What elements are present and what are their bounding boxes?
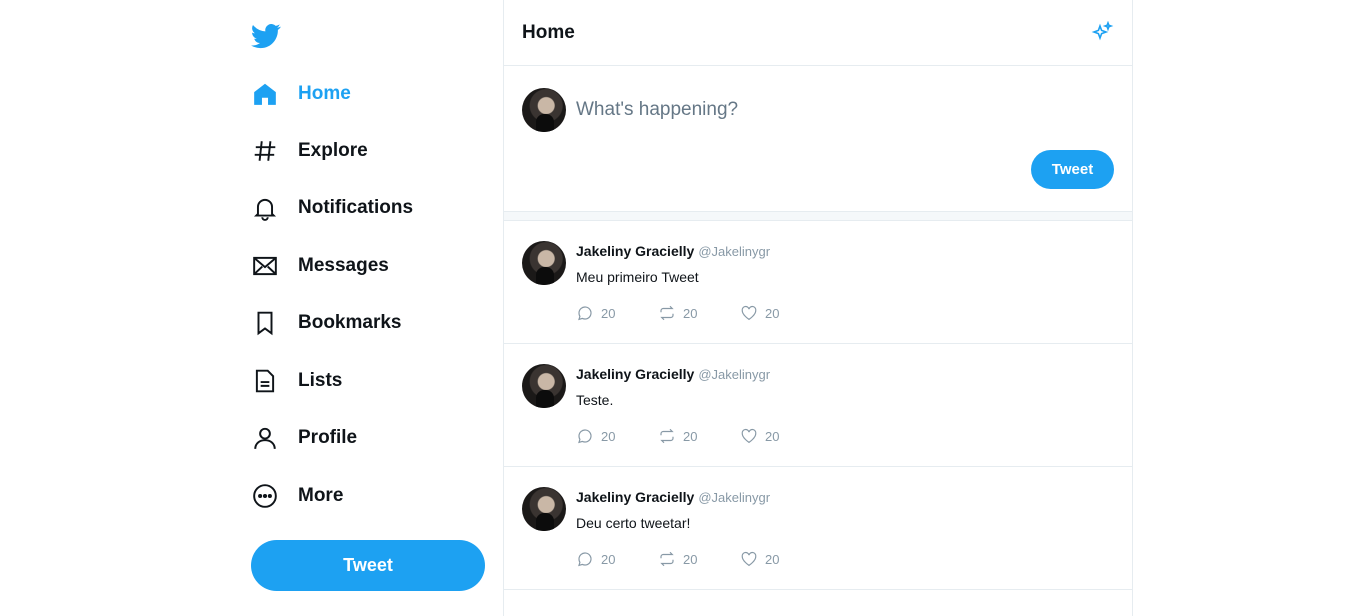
sidebar-item-label: Explore (298, 140, 368, 161)
tweet[interactable]: Jakeliny Gracielly @Jakelinygr Meu prime… (504, 221, 1132, 344)
avatar[interactable] (522, 364, 566, 408)
tweet-actions: 20 20 20 (576, 550, 822, 568)
reply-count: 20 (601, 305, 616, 321)
retweet-count: 20 (683, 551, 698, 567)
tweet-text: Teste. (576, 392, 614, 408)
retweet-icon (660, 551, 674, 567)
sidebar-item-label: Messages (298, 255, 389, 276)
heart-icon (741, 428, 757, 444)
tweet[interactable]: Jakeliny Gracielly @Jakelinygr Teste. 20… (504, 344, 1132, 467)
avatar[interactable] (522, 487, 566, 531)
bookmark-icon (250, 308, 280, 338)
sidebar-item-label: Home (298, 83, 351, 104)
page-title: Home (522, 21, 575, 43)
reply-count: 20 (601, 551, 616, 567)
tweet-header: Jakeliny Gracielly @Jakelinygr (576, 366, 770, 382)
tweet-header: Jakeliny Gracielly @Jakelinygr (576, 243, 770, 259)
sidebar-item-home[interactable]: Home (250, 74, 490, 114)
retweet-count: 20 (683, 428, 698, 444)
hashtag-icon (250, 136, 280, 166)
reply-count: 20 (601, 428, 616, 444)
sidebar-item-bookmarks[interactable]: Bookmarks (250, 303, 490, 343)
feed-divider (504, 211, 1132, 221)
reply-icon (578, 306, 592, 321)
like-button[interactable]: 20 (740, 304, 822, 322)
retweet-icon (660, 428, 674, 444)
app-layout: Home Explore Notifications Messages Book (0, 0, 1366, 616)
tweet-author-handle[interactable]: @Jakelinygr (698, 490, 770, 505)
sidebar-item-label: Profile (298, 427, 358, 448)
sidebar-item-messages[interactable]: Messages (250, 246, 490, 286)
tweet-author-handle[interactable]: @Jakelinygr (698, 244, 770, 259)
like-button[interactable]: 20 (740, 427, 822, 445)
avatar[interactable] (522, 88, 566, 132)
sidebar-item-label: Lists (298, 370, 343, 391)
retweet-icon (660, 305, 674, 321)
home-icon (250, 79, 280, 109)
header: Home (504, 0, 1132, 66)
compose-input[interactable] (576, 99, 1076, 121)
heart-icon (741, 305, 757, 321)
sidebar-item-lists[interactable]: Lists (250, 361, 490, 401)
tweet-author-name[interactable]: Jakeliny Gracielly (576, 489, 694, 505)
sidebar-item-label: More (298, 485, 344, 506)
tweet-author-name[interactable]: Jakeliny Gracielly (576, 243, 694, 259)
main-column: Home Tweet Jakeliny Gracielly @Jakelinyg… (503, 0, 1133, 616)
tweet-composer: Tweet (504, 66, 1132, 211)
like-count: 20 (765, 305, 780, 321)
compose-tweet-button[interactable]: Tweet (1031, 150, 1114, 189)
tweet-text: Meu primeiro Tweet (576, 269, 699, 285)
tweet-author-handle[interactable]: @Jakelinygr (698, 367, 770, 382)
like-button[interactable]: 20 (740, 550, 822, 568)
reply-icon (578, 429, 592, 444)
user-icon (250, 423, 280, 453)
retweet-count: 20 (683, 305, 698, 321)
sidebar-item-notifications[interactable]: Notifications (250, 188, 490, 228)
tweet-author-name[interactable]: Jakeliny Gracielly (576, 366, 694, 382)
retweet-button[interactable]: 20 (658, 550, 740, 568)
tweet-text: Deu certo tweetar! (576, 515, 691, 531)
tweet-actions: 20 20 20 (576, 304, 822, 322)
sidebar-tweet-button[interactable]: Tweet (251, 540, 485, 591)
envelope-icon (250, 251, 280, 281)
sparkle-icon[interactable] (1090, 20, 1114, 45)
sidebar: Home Explore Notifications Messages Book (250, 0, 503, 616)
like-count: 20 (765, 551, 780, 567)
retweet-button[interactable]: 20 (658, 427, 740, 445)
twitter-logo-icon[interactable] (251, 21, 281, 51)
list-document-icon (250, 366, 280, 396)
like-count: 20 (765, 428, 780, 444)
sidebar-item-more[interactable]: More (250, 476, 490, 516)
heart-icon (741, 551, 757, 567)
sidebar-item-explore[interactable]: Explore (250, 131, 490, 171)
sidebar-item-profile[interactable]: Profile (250, 418, 490, 458)
bell-icon (250, 193, 280, 223)
reply-button[interactable]: 20 (576, 304, 658, 322)
retweet-button[interactable]: 20 (658, 304, 740, 322)
avatar[interactable] (522, 241, 566, 285)
tweet-actions: 20 20 20 (576, 427, 822, 445)
sidebar-item-label: Bookmarks (298, 312, 402, 333)
sidebar-item-label: Notifications (298, 197, 414, 218)
reply-icon (578, 552, 592, 567)
more-circle-icon (250, 481, 280, 511)
tweet-header: Jakeliny Gracielly @Jakelinygr (576, 489, 770, 505)
reply-button[interactable]: 20 (576, 550, 658, 568)
tweet[interactable]: Jakeliny Gracielly @Jakelinygr Deu certo… (504, 467, 1132, 590)
reply-button[interactable]: 20 (576, 427, 658, 445)
